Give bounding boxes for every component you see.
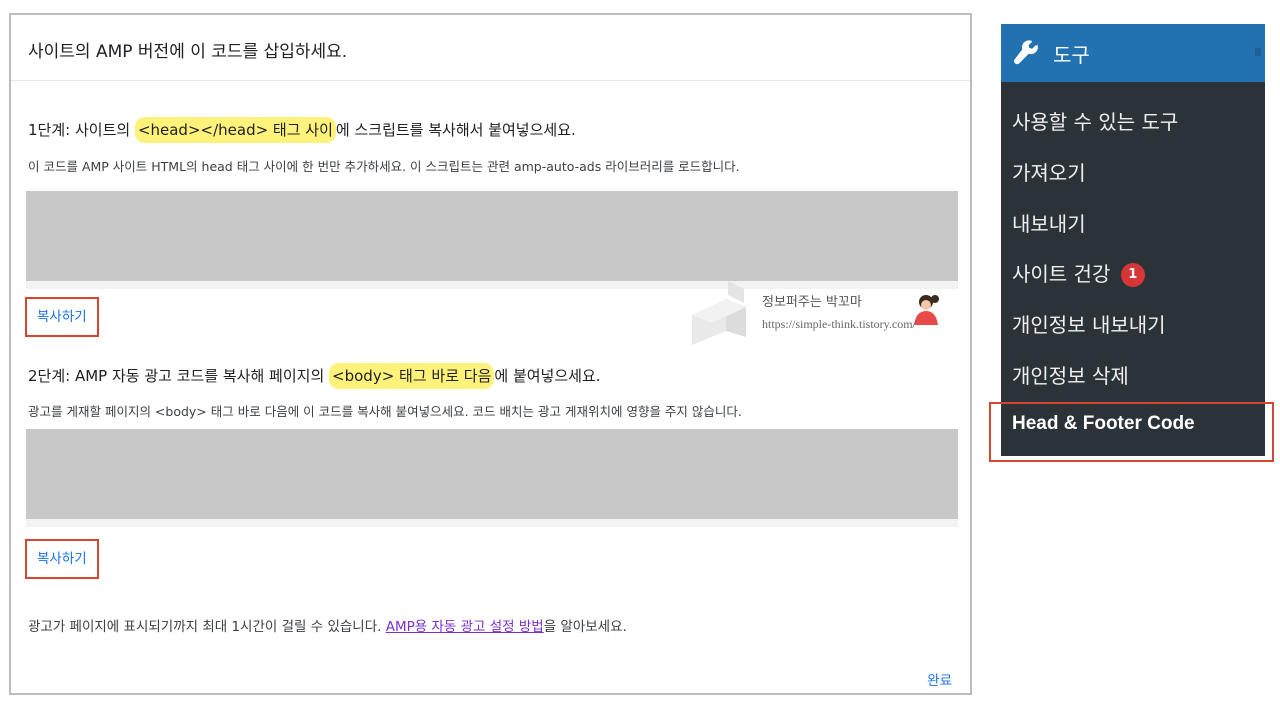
step1-title: 1단계: 사이트의 <head></head> 태그 사이 에 스크립트를 복사해… <box>28 117 576 143</box>
footnote-suffix: 을 알아보세요. <box>543 619 627 635</box>
step2-title: 2단계: AMP 자동 광고 코드를 복사해 페이지의 <body> 태그 바로… <box>28 363 601 389</box>
step2-copy-button[interactable]: 복사하기 <box>25 539 99 579</box>
step2-code-box-footer <box>26 519 958 527</box>
menu-arrow-icon <box>1255 48 1261 56</box>
footnote-text: 광고가 페이지에 표시되기까지 최대 1시간이 걸릴 수 있습니다. <box>28 619 386 635</box>
dialog-title: 사이트의 AMP 버전에 이 코드를 삽입하세요. <box>11 15 970 81</box>
watermark-logo-icon <box>692 281 746 345</box>
watermark-name: 정보퍼주는 박꼬마 <box>762 295 862 310</box>
wp-menu-header[interactable]: 도구 <box>1001 24 1265 82</box>
wp-item-import[interactable]: 가져오기 <box>1012 157 1086 186</box>
wp-item-available-tools[interactable]: 사용할 수 있는 도구 <box>1012 106 1178 135</box>
notification-badge: 1 <box>1120 263 1145 287</box>
done-button[interactable]: 완료 <box>927 669 952 689</box>
wp-tools-menu: 도구 사용할 수 있는 도구 가져오기 내보내기 사이트 건강 1 개인정보 내… <box>1001 24 1265 456</box>
amp-setup-link[interactable]: AMP용 자동 광고 설정 방법 <box>386 619 544 635</box>
step1-title-highlight: <head></head> 태그 사이 <box>134 117 336 143</box>
wp-item-site-health-label: 사이트 건강 <box>1012 262 1111 286</box>
step2-title-suffix: 에 붙여넣으세요. <box>494 367 601 385</box>
watermark: 정보퍼주는 박꼬마 https://simple-think.tistory.c… <box>688 279 964 351</box>
step2-description: 광고를 게재할 페이지의 <body> 태그 바로 다음에 이 코드를 복사해 … <box>28 404 742 419</box>
wp-item-export[interactable]: 내보내기 <box>1012 208 1086 237</box>
footnote: 광고가 페이지에 표시되기까지 최대 1시간이 걸릴 수 있습니다. AMP용 … <box>28 615 627 635</box>
step2-title-highlight: <body> 태그 바로 다음 <box>329 363 495 389</box>
step1-description: 이 코드를 AMP 사이트 HTML의 head 태그 사이에 한 번만 추가하… <box>28 159 740 174</box>
step2-code-box[interactable] <box>26 429 958 519</box>
step1-title-prefix: 1단계: 사이트의 <box>28 121 135 139</box>
step1-title-suffix: 에 스크립트를 복사해서 붙여넣으세요. <box>335 121 576 139</box>
wp-item-erase-personal-data[interactable]: 개인정보 삭제 <box>1012 360 1129 389</box>
wp-menu-header-label: 도구 <box>1053 42 1090 67</box>
amp-code-dialog: 사이트의 AMP 버전에 이 코드를 삽입하세요. 1단계: 사이트의 <hea… <box>9 13 972 695</box>
step1-copy-button[interactable]: 복사하기 <box>25 297 99 337</box>
wp-item-export-personal-data[interactable]: 개인정보 내보내기 <box>1012 309 1166 338</box>
watermark-url: https://simple-think.tistory.com/ <box>762 317 916 331</box>
wrench-icon <box>1014 40 1038 65</box>
wp-item-head-footer-code[interactable]: Head & Footer Code <box>1012 413 1195 435</box>
step2-title-prefix: 2단계: AMP 자동 광고 코드를 복사해 페이지의 <box>28 367 330 385</box>
wp-item-site-health[interactable]: 사이트 건강 1 <box>1012 258 1145 287</box>
step1-code-box[interactable] <box>26 191 958 281</box>
